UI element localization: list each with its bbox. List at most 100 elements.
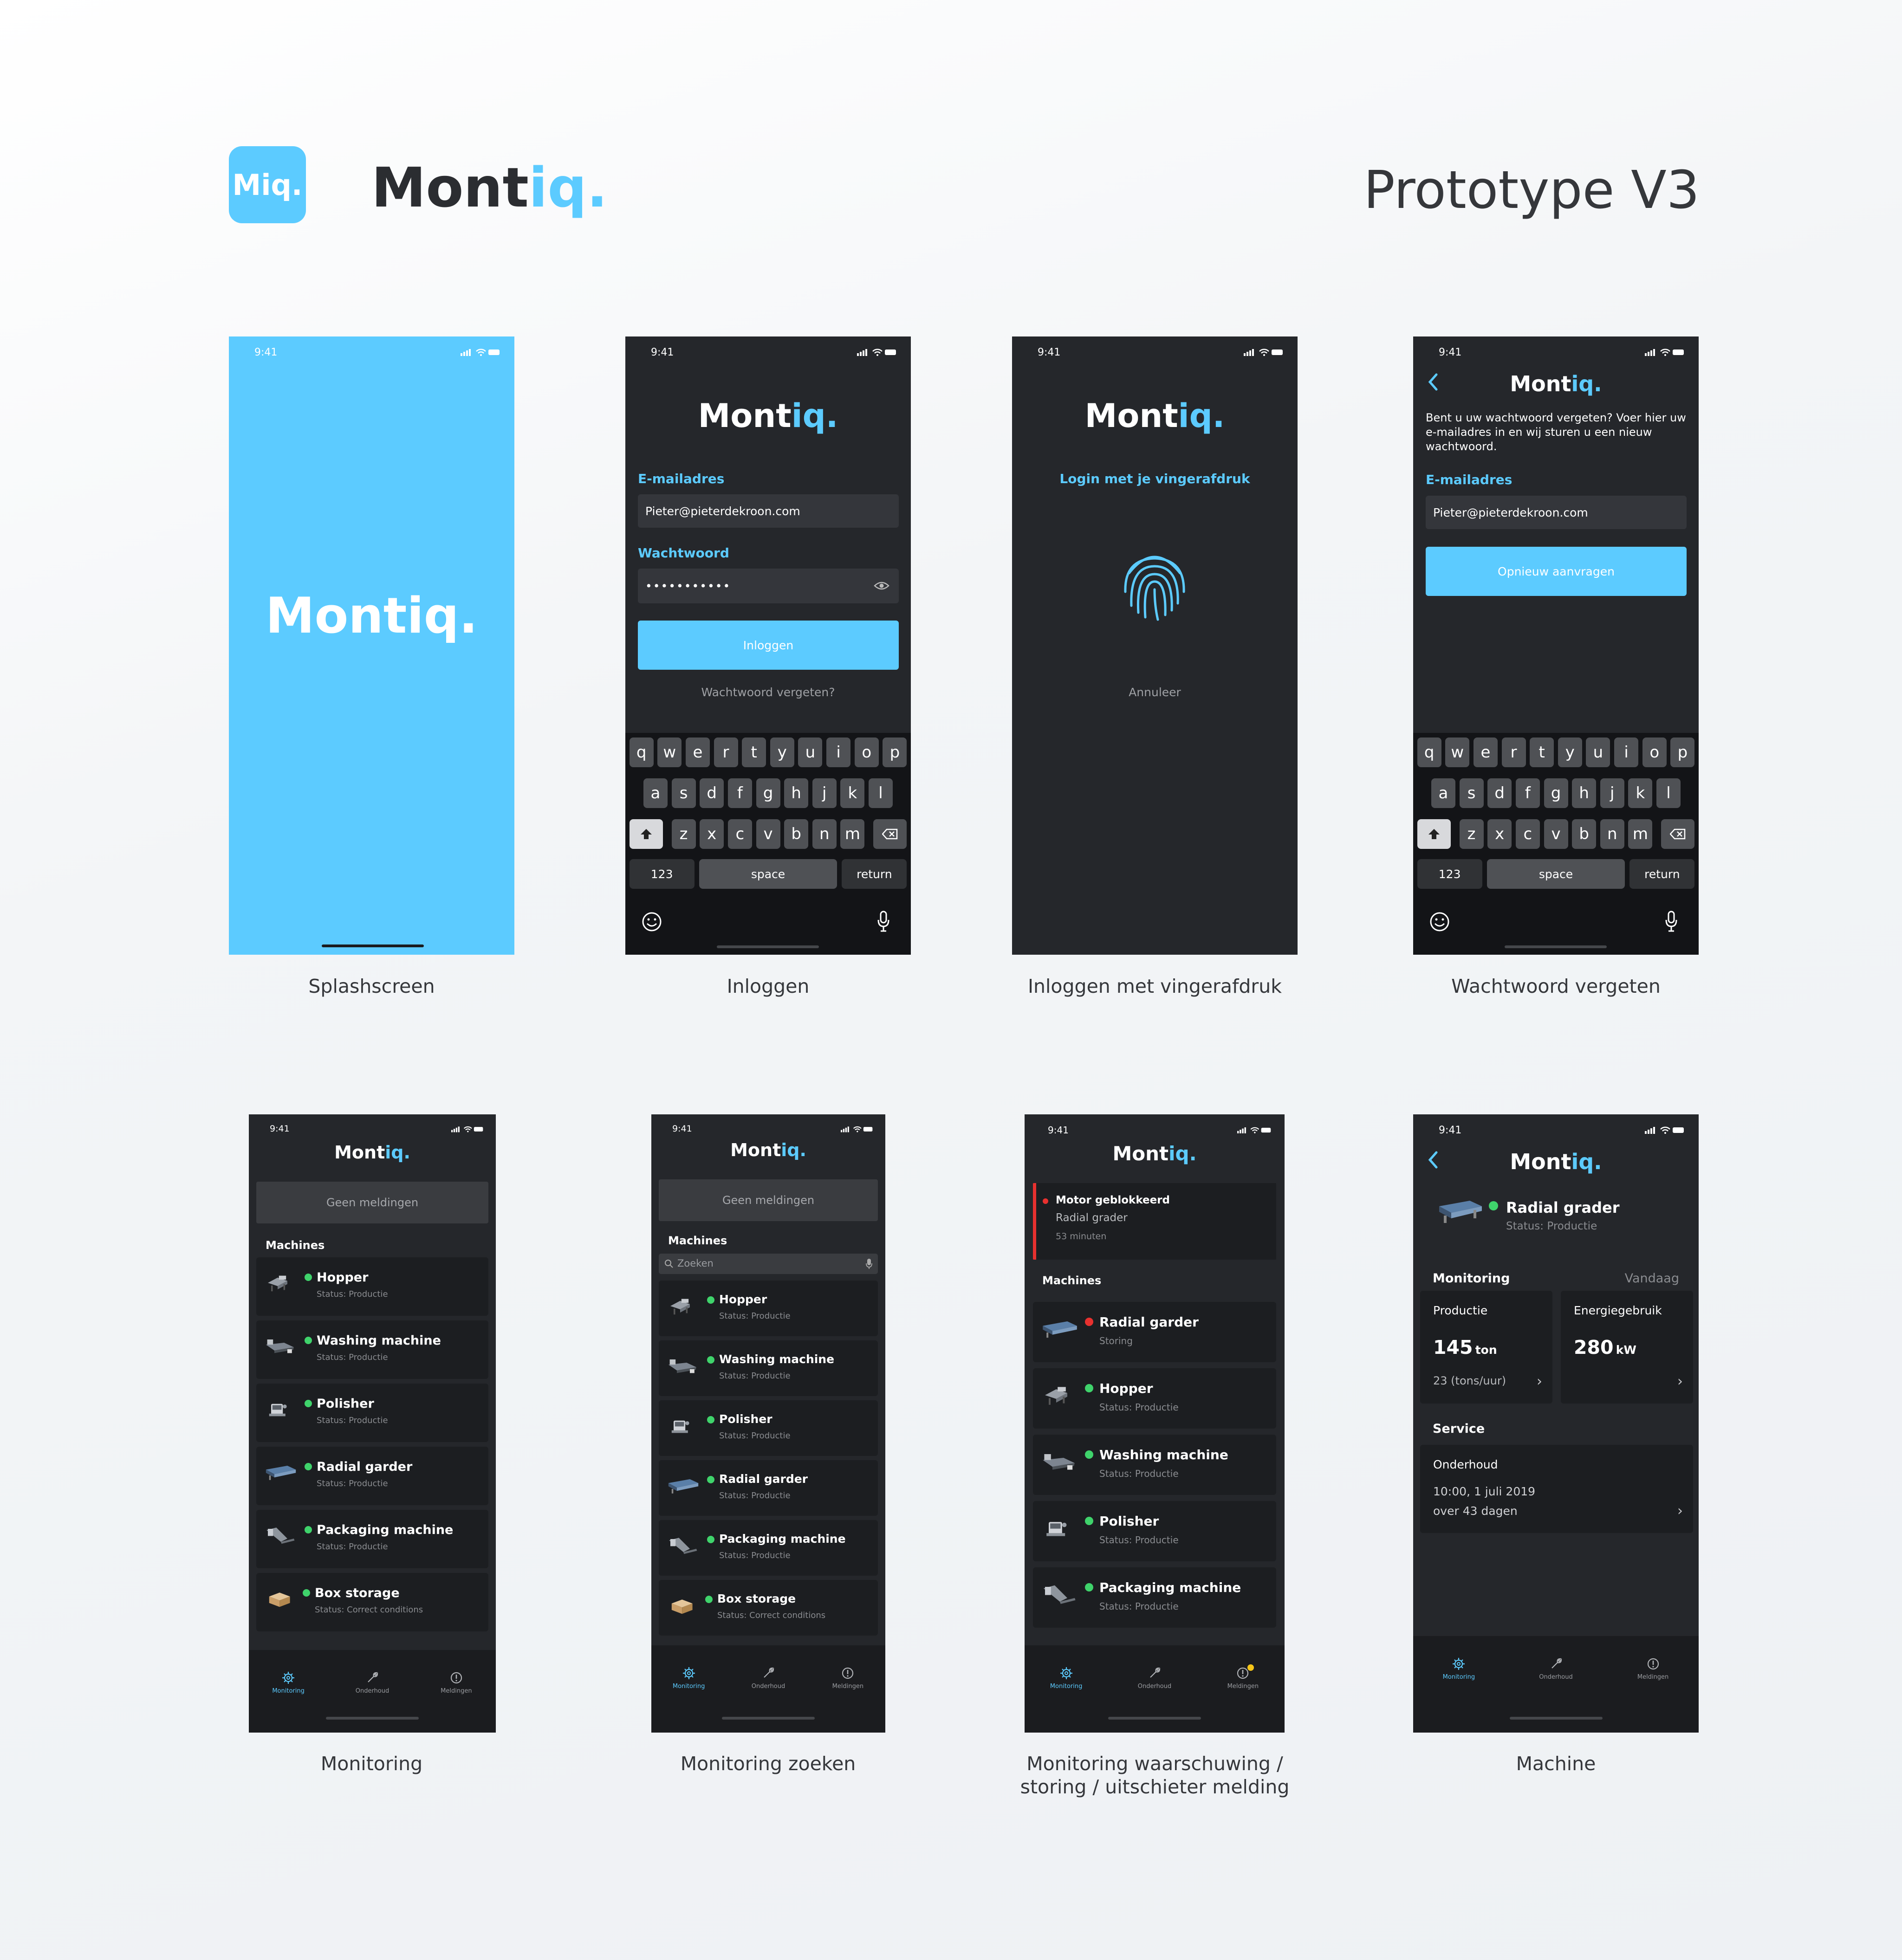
key-e[interactable]: e — [1473, 737, 1498, 767]
microphone-icon[interactable] — [1665, 911, 1678, 934]
microphone-icon[interactable] — [877, 911, 890, 934]
cancel-link[interactable]: Annuleer — [1012, 686, 1298, 699]
key-p[interactable]: p — [883, 737, 907, 767]
shift-key[interactable] — [1417, 819, 1451, 849]
key-q[interactable]: q — [629, 737, 654, 767]
energy-card[interactable]: Energiegebruik 280 kW › — [1561, 1291, 1693, 1404]
machine-card[interactable]: Hopper Status: Productie — [659, 1281, 878, 1336]
backspace-key[interactable] — [873, 819, 907, 849]
fingerprint-icon[interactable] — [1115, 545, 1194, 624]
machine-card[interactable]: Polisher Status: Productie — [256, 1384, 488, 1442]
period-label[interactable]: Vandaag — [1625, 1271, 1679, 1286]
key-f[interactable]: f — [727, 778, 752, 808]
return-key[interactable]: return — [842, 859, 907, 889]
key-u[interactable]: u — [1586, 737, 1610, 767]
machine-card[interactable]: Polisher Status: Productie — [1033, 1501, 1276, 1561]
tab-notifications[interactable]: Meldingen — [1215, 1664, 1271, 1690]
key-x[interactable]: x — [700, 819, 724, 849]
key-t[interactable]: t — [1530, 737, 1554, 767]
key-u[interactable]: u — [798, 737, 823, 767]
key-v[interactable]: v — [1544, 819, 1568, 849]
tab-maintenance[interactable]: Onderhoud — [344, 1671, 400, 1695]
key-p[interactable]: p — [1670, 737, 1695, 767]
login-button[interactable]: Inloggen — [638, 621, 899, 670]
machine-card[interactable]: Hopper Status: Productie — [1033, 1368, 1276, 1429]
request-again-button[interactable]: Opnieuw aanvragen — [1426, 547, 1687, 596]
key-j[interactable]: j — [1600, 778, 1624, 808]
key-o[interactable]: o — [1642, 737, 1667, 767]
key-k[interactable]: k — [840, 778, 865, 808]
key-n[interactable]: n — [812, 819, 837, 849]
email-field[interactable]: Pieter@pieterdekroon.com — [1426, 496, 1687, 529]
alert-card[interactable]: Motor geblokkeerd Radial grader 53 minuten — [1033, 1183, 1276, 1260]
key-w[interactable]: w — [657, 737, 682, 767]
machine-card[interactable]: Box storage Status: Correct conditions — [256, 1573, 488, 1631]
key-z[interactable]: z — [1459, 819, 1484, 849]
key-y[interactable]: y — [1558, 737, 1582, 767]
tab-maintenance[interactable]: Onderhoud — [740, 1666, 796, 1690]
key-d[interactable]: d — [1487, 778, 1512, 808]
microphone-icon[interactable] — [866, 1258, 872, 1269]
password-field[interactable]: ••••••••••• — [638, 569, 899, 603]
machine-card[interactable]: Hopper Status: Productie — [256, 1257, 488, 1316]
machine-card[interactable]: Polisher Status: Productie — [659, 1400, 878, 1456]
machine-card[interactable]: Packaging machine Status: Productie — [1033, 1567, 1276, 1628]
tab-monitoring[interactable]: Monitoring — [260, 1671, 316, 1695]
machine-card[interactable]: Washing machine Status: Productie — [659, 1340, 878, 1396]
emoji-icon[interactable] — [642, 912, 662, 934]
key-n[interactable]: n — [1600, 819, 1624, 849]
key-w[interactable]: w — [1445, 737, 1470, 767]
service-card[interactable]: Onderhoud 10:00, 1 juli 2019 over 43 dag… — [1420, 1445, 1693, 1533]
tab-notifications[interactable]: Meldingen — [428, 1671, 484, 1695]
key-b[interactable]: b — [1572, 819, 1597, 849]
machine-card[interactable]: Packaging machine Status: Productie — [659, 1520, 878, 1576]
tab-notifications[interactable]: Meldingen — [820, 1666, 876, 1690]
key-v[interactable]: v — [756, 819, 780, 849]
search-input[interactable]: Zoeken — [659, 1254, 878, 1274]
key-l[interactable]: l — [869, 778, 893, 808]
key-e[interactable]: e — [685, 737, 710, 767]
machine-card[interactable]: Washing machine Status: Productie — [1033, 1435, 1276, 1495]
key-i[interactable]: i — [826, 737, 851, 767]
tab-monitoring[interactable]: Monitoring — [1431, 1657, 1487, 1681]
machine-card[interactable]: Box storage Status: Correct conditions — [659, 1580, 878, 1636]
machine-card[interactable]: Radial garder Status: Productie — [256, 1447, 488, 1505]
numbers-key[interactable]: 123 — [629, 859, 695, 889]
tab-notifications[interactable]: Meldingen — [1625, 1657, 1681, 1681]
key-d[interactable]: d — [700, 778, 724, 808]
key-i[interactable]: i — [1614, 737, 1639, 767]
key-q[interactable]: q — [1417, 737, 1441, 767]
return-key[interactable]: return — [1629, 859, 1695, 889]
machine-card[interactable]: Radial garder Status: Productie — [659, 1460, 878, 1516]
key-r[interactable]: r — [714, 737, 738, 767]
key-m[interactable]: m — [840, 819, 865, 849]
key-o[interactable]: o — [854, 737, 879, 767]
tab-maintenance[interactable]: Onderhoud — [1127, 1666, 1182, 1690]
key-h[interactable]: h — [784, 778, 809, 808]
production-card[interactable]: Productie 145 ton 23 (tons/uur) › — [1420, 1291, 1552, 1404]
key-a[interactable]: a — [643, 778, 668, 808]
key-c[interactable]: c — [1515, 819, 1540, 849]
key-y[interactable]: y — [770, 737, 794, 767]
key-b[interactable]: b — [784, 819, 809, 849]
numbers-key[interactable]: 123 — [1417, 859, 1482, 889]
key-a[interactable]: a — [1431, 778, 1455, 808]
key-x[interactable]: x — [1487, 819, 1512, 849]
key-z[interactable]: z — [671, 819, 696, 849]
key-s[interactable]: s — [1459, 778, 1484, 808]
eye-icon[interactable] — [874, 581, 889, 590]
key-g[interactable]: g — [756, 778, 780, 808]
space-key[interactable]: space — [699, 859, 837, 889]
machine-card[interactable]: Radial garder Storing — [1033, 1302, 1276, 1362]
key-r[interactable]: r — [1501, 737, 1526, 767]
machine-card[interactable]: Packaging machine Status: Productie — [256, 1510, 488, 1568]
key-t[interactable]: t — [742, 737, 766, 767]
machine-card[interactable]: Washing machine Status: Productie — [256, 1320, 488, 1379]
tab-monitoring[interactable]: Monitoring — [1039, 1666, 1094, 1690]
tab-monitoring[interactable]: Monitoring — [661, 1666, 717, 1690]
key-s[interactable]: s — [671, 778, 696, 808]
forgot-password-link[interactable]: Wachtwoord vergeten? — [625, 686, 911, 699]
key-c[interactable]: c — [727, 819, 752, 849]
key-k[interactable]: k — [1628, 778, 1653, 808]
key-m[interactable]: m — [1628, 819, 1653, 849]
